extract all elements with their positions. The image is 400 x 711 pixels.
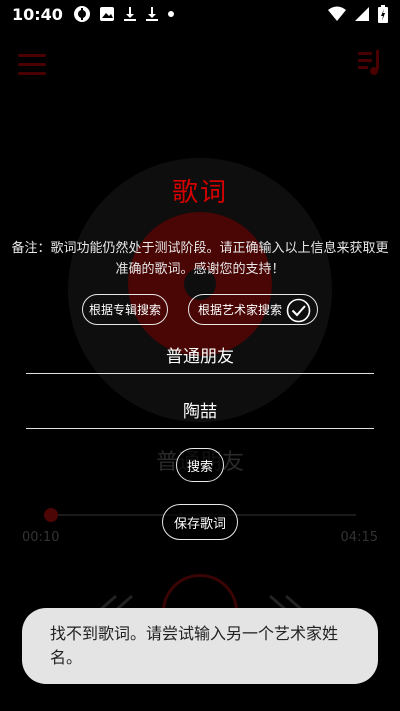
lyrics-note: 备注：歌词功能仍然处于测试阶段。请正确输入以上信息来获取更准确的歌词。感谢您的支… [11,241,389,277]
menu-icon[interactable] [18,54,46,75]
song-name-field[interactable]: 普通朋友 [26,340,374,374]
toast-message: 找不到歌词。请尝试输入另一个艺术家姓名。 [22,608,378,684]
check-circle-icon [286,298,311,323]
time-elapsed: 00:10 [22,530,60,545]
save-lyrics-button[interactable]: 保存歌词 [162,504,238,540]
search-button[interactable]: 搜索 [176,448,224,482]
playlist-icon[interactable] [356,48,384,78]
progress-thumb[interactable] [44,508,58,522]
search-by-artist-label: 根据艺术家搜索 [198,303,283,317]
search-by-artist-option[interactable]: 根据艺术家搜索 [188,294,318,325]
time-total: 04:15 [340,530,378,545]
artist-name-field[interactable]: 陶喆 [26,395,374,429]
search-by-album-label: 根据专辑搜索 [88,303,161,317]
search-by-album-option[interactable]: 根据专辑搜索 [82,294,168,325]
lyrics-dialog-title: 歌词 [171,178,228,208]
